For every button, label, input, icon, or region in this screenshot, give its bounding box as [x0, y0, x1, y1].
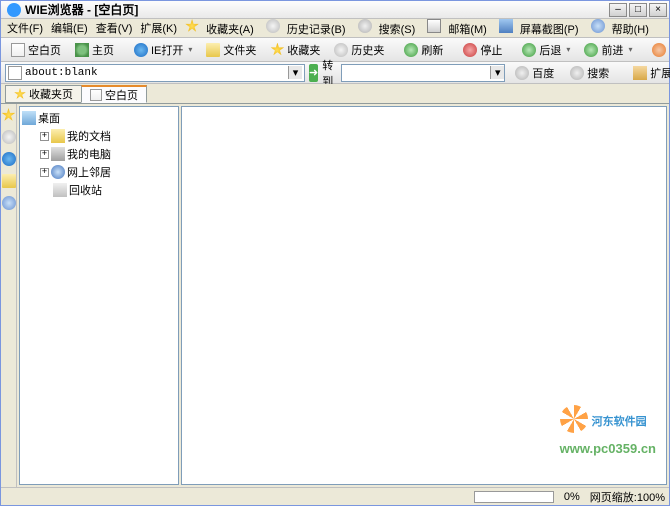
chevron-down-icon[interactable]: ▾ — [566, 45, 570, 54]
tree-panel[interactable]: 桌面 +我的文档 +我的电脑 +网上邻居 回收站 — [19, 106, 179, 485]
chevron-down-icon[interactable]: ▾ — [188, 45, 192, 54]
close-icon — [652, 43, 666, 57]
search-input[interactable] — [342, 67, 490, 79]
window-controls: – □ × — [609, 3, 667, 17]
menu-history[interactable]: 历史记录(B) — [262, 17, 354, 39]
tab-blank-page[interactable]: 空白页 — [81, 85, 147, 103]
menu-file[interactable]: 文件(F) — [3, 18, 47, 38]
recycle-icon — [53, 183, 67, 197]
menu-search[interactable]: 搜索(S) — [354, 17, 424, 39]
favorites-button[interactable]: 收藏夹 — [264, 39, 326, 61]
history-icon — [334, 43, 348, 57]
close-button[interactable]: 关闭▾ — [646, 39, 670, 61]
desktop-icon — [22, 111, 36, 125]
menubar: 文件(F) 编辑(E) 查看(V) 扩展(K) 收藏夹(A) 历史记录(B) 搜… — [1, 19, 669, 38]
baidu-icon — [515, 66, 529, 80]
body-area: 桌面 +我的文档 +我的电脑 +网上邻居 回收站 河东软件园 www.pc035… — [1, 104, 669, 487]
menu-help[interactable]: 帮助(H) — [587, 17, 657, 39]
zoom-text: 网页缩放:100% — [590, 489, 665, 505]
window-title: WIE浏览器 - [空白页] — [25, 1, 609, 18]
sidebar-help-icon[interactable] — [2, 196, 16, 210]
sidebar-ie-icon[interactable] — [2, 152, 16, 166]
ie-icon — [134, 43, 148, 57]
back-button[interactable]: 后退▾ — [516, 39, 576, 61]
tree-node-desktop[interactable]: 桌面 — [22, 109, 176, 127]
statusbar: 0% 网页缩放:100% — [1, 487, 669, 505]
search-field[interactable]: ▾ — [341, 64, 505, 82]
baidu-button[interactable]: 百度 — [509, 62, 560, 84]
progress-text: 0% — [564, 491, 580, 503]
page-icon — [11, 43, 25, 57]
expand-icon[interactable]: + — [40, 150, 49, 159]
app-icon — [7, 3, 21, 17]
page-content[interactable]: 河东软件园 www.pc0359.cn — [181, 106, 667, 485]
close-window-button[interactable]: × — [649, 3, 667, 17]
blank-page-button[interactable]: 空白页 — [5, 39, 67, 61]
sidebar-folder-icon[interactable] — [2, 174, 16, 188]
search-dropdown[interactable]: ▾ — [490, 66, 504, 79]
menu-extend[interactable]: 扩展(K) — [136, 18, 181, 38]
extension-box-button[interactable]: 扩展箱 — [627, 62, 670, 84]
refresh-button[interactable]: 刷新 — [398, 39, 449, 61]
ie-open-button[interactable]: IE打开▾ — [128, 39, 198, 61]
history-icon — [266, 19, 280, 33]
screenshot-icon — [499, 19, 513, 33]
vertical-sidebar — [1, 104, 17, 487]
star-icon — [185, 19, 199, 33]
watermark: 河东软件园 www.pc0359.cn — [560, 405, 656, 459]
menu-favorites[interactable]: 收藏夹(A) — [181, 17, 262, 39]
progress-bar — [474, 491, 554, 503]
stop-icon — [463, 43, 477, 57]
url-dropdown[interactable]: ▾ — [288, 66, 302, 79]
watermark-logo-icon — [560, 405, 588, 433]
panel-tabs: 收藏夹页 空白页 — [1, 84, 669, 104]
folder-icon — [206, 43, 220, 57]
menu-view[interactable]: 查看(V) — [92, 18, 137, 38]
sidebar-favorites-icon[interactable] — [2, 108, 16, 122]
tree-node-computer[interactable]: +我的电脑 — [22, 145, 176, 163]
home-icon — [75, 43, 89, 57]
search-icon — [570, 66, 584, 80]
history-button[interactable]: 历史夹 — [328, 39, 390, 61]
mail-icon — [427, 19, 441, 33]
help-icon — [591, 19, 605, 33]
sidebar-history-icon[interactable] — [2, 130, 16, 144]
search-button[interactable]: 搜索 — [564, 62, 615, 84]
menu-screenshot[interactable]: 屏幕截图(P) — [495, 17, 587, 39]
menu-edit[interactable]: 编辑(E) — [47, 18, 92, 38]
go-button[interactable]: ➜ — [309, 64, 318, 82]
tab-favorites-page[interactable]: 收藏夹页 — [5, 85, 82, 103]
back-icon — [522, 43, 536, 57]
address-bar: ▾ ➜ 转到 ▾ 百度 搜索 扩展箱 — [1, 62, 669, 84]
folder-tree: 桌面 +我的文档 +我的电脑 +网上邻居 回收站 — [20, 107, 178, 201]
app-window: WIE浏览器 - [空白页] – □ × 文件(F) 编辑(E) 查看(V) 扩… — [0, 0, 670, 506]
url-field[interactable]: ▾ — [5, 64, 305, 82]
tree-node-recycle[interactable]: 回收站 — [22, 181, 176, 199]
search-icon — [358, 19, 372, 33]
stop-button[interactable]: 停止 — [457, 39, 508, 61]
folder-button[interactable]: 文件夹 — [200, 39, 262, 61]
home-button[interactable]: 主页 — [69, 39, 120, 61]
maximize-button[interactable]: □ — [629, 3, 647, 17]
extension-icon — [633, 66, 647, 80]
page-icon — [8, 66, 22, 80]
tree-node-documents[interactable]: +我的文档 — [22, 127, 176, 145]
computer-icon — [51, 147, 65, 161]
star-icon — [14, 88, 26, 100]
chevron-down-icon[interactable]: ▾ — [628, 45, 632, 54]
url-input[interactable] — [25, 67, 288, 79]
forward-button[interactable]: 前进▾ — [578, 39, 638, 61]
star-icon — [270, 43, 284, 57]
main-toolbar: 空白页 主页 IE打开▾ 文件夹 收藏夹 历史夹 刷新 停止 后退▾ 前进▾ 关… — [1, 38, 669, 62]
refresh-icon — [404, 43, 418, 57]
minimize-button[interactable]: – — [609, 3, 627, 17]
page-icon — [90, 89, 102, 101]
network-icon — [51, 165, 65, 179]
documents-icon — [51, 129, 65, 143]
expand-icon[interactable]: + — [40, 132, 49, 141]
tree-node-network[interactable]: +网上邻居 — [22, 163, 176, 181]
menu-mail[interactable]: 邮箱(M) — [423, 17, 495, 39]
forward-icon — [584, 43, 598, 57]
expand-icon[interactable]: + — [40, 168, 49, 177]
